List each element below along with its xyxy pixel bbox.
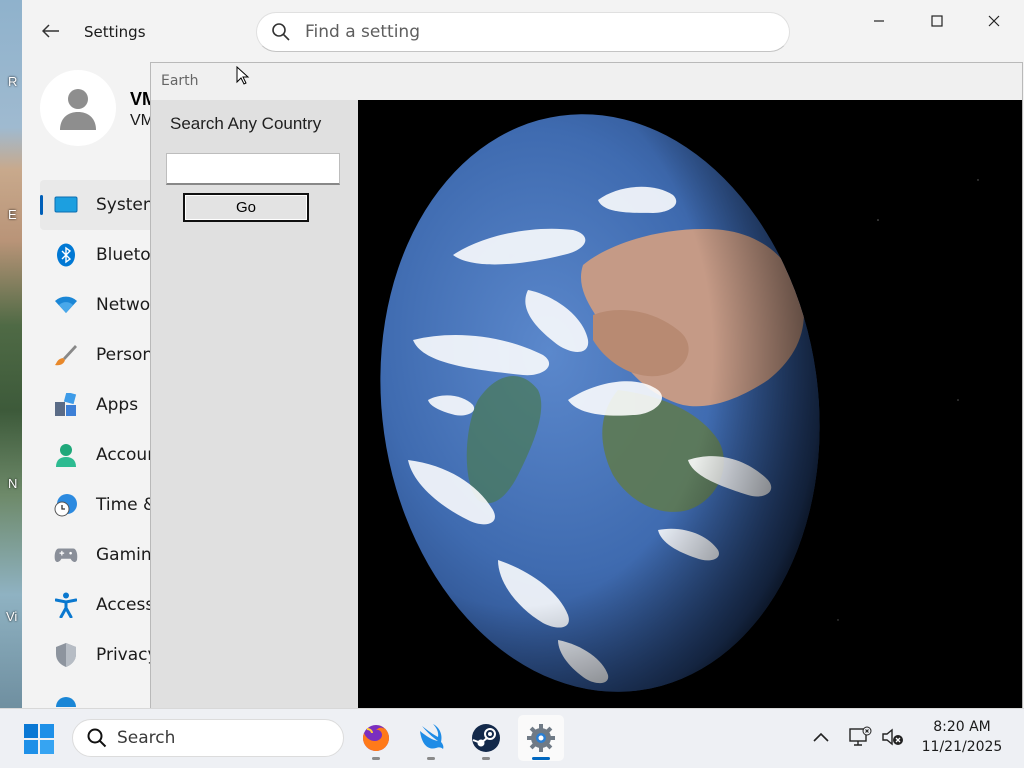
taskbar: Search 8:20 AM 11/21/2025 bbox=[0, 708, 1024, 768]
globe-view[interactable] bbox=[358, 100, 1022, 708]
swift-bird-icon bbox=[420, 724, 444, 749]
minimize-icon bbox=[874, 20, 884, 22]
settings-gear-icon bbox=[527, 724, 555, 752]
maximize-button[interactable] bbox=[914, 6, 960, 36]
account-icon bbox=[54, 443, 78, 467]
gamepad-icon bbox=[54, 543, 78, 567]
go-button[interactable]: Go bbox=[183, 193, 309, 222]
country-input[interactable] bbox=[166, 153, 340, 185]
window-title: Settings bbox=[84, 23, 146, 41]
back-button[interactable] bbox=[40, 20, 62, 42]
desktop-icon-label: N bbox=[8, 476, 18, 491]
desktop-icon-label: E bbox=[8, 207, 17, 222]
settings-search-input[interactable]: Find a setting bbox=[256, 12, 790, 52]
desktop-background: R E N Vi bbox=[0, 0, 22, 708]
accessibility-icon bbox=[54, 592, 78, 618]
panel-heading: Search Any Country bbox=[170, 114, 322, 133]
system-clock[interactable]: 8:20 AM 11/21/2025 bbox=[912, 717, 1012, 757]
search-icon bbox=[272, 23, 290, 41]
desktop-icon-label: Vi bbox=[6, 609, 18, 624]
earth-app-window: Earth Search Any Country Go bbox=[150, 62, 1023, 708]
clock-globe-icon bbox=[54, 493, 78, 517]
country-search-panel: Search Any Country Go bbox=[151, 100, 358, 708]
running-indicator bbox=[372, 757, 380, 760]
chevron-up-icon bbox=[813, 732, 829, 742]
monitor-icon bbox=[54, 193, 78, 217]
running-indicator bbox=[482, 757, 490, 760]
volume-button[interactable] bbox=[881, 725, 905, 749]
windows-logo-icon bbox=[24, 724, 54, 754]
clock-date: 11/21/2025 bbox=[921, 739, 1003, 755]
running-indicator bbox=[427, 757, 435, 760]
nav-item-label: Accoun bbox=[96, 445, 158, 465]
taskbar-app-settings[interactable] bbox=[518, 715, 564, 761]
avatar[interactable] bbox=[40, 70, 116, 146]
taskbar-search-label: Search bbox=[117, 728, 176, 748]
window-title: Earth bbox=[161, 73, 199, 89]
user-icon bbox=[60, 89, 96, 130]
wifi-icon bbox=[54, 293, 78, 317]
bluetooth-icon bbox=[54, 243, 78, 267]
paintbrush-icon bbox=[54, 343, 78, 367]
close-button[interactable] bbox=[971, 6, 1017, 36]
nav-item-label: Privacy bbox=[96, 645, 158, 665]
start-button[interactable] bbox=[22, 722, 56, 756]
mouse-cursor-icon bbox=[236, 66, 250, 85]
apps-icon bbox=[54, 393, 78, 417]
active-indicator bbox=[532, 757, 550, 760]
maximize-icon bbox=[931, 15, 943, 27]
nav-item-label: Apps bbox=[96, 395, 139, 415]
arrow-left-icon bbox=[42, 24, 59, 38]
show-hidden-icons-button[interactable] bbox=[809, 725, 833, 749]
steam-icon bbox=[472, 724, 500, 752]
nav-item-label: Networ bbox=[96, 295, 158, 315]
shield-icon bbox=[54, 643, 78, 667]
taskbar-app-firefox[interactable] bbox=[353, 715, 399, 761]
speaker-muted-icon bbox=[882, 728, 903, 746]
earth-globe-image bbox=[358, 100, 1022, 708]
taskbar-app-swift[interactable] bbox=[408, 715, 454, 761]
network-status-button[interactable] bbox=[848, 725, 872, 749]
desktop-icon-label: R bbox=[8, 74, 18, 89]
network-disconnected-icon bbox=[849, 726, 872, 746]
minimize-button[interactable] bbox=[856, 6, 902, 36]
firefox-icon bbox=[363, 725, 389, 751]
clock-time: 8:20 AM bbox=[933, 719, 991, 735]
search-icon bbox=[87, 728, 107, 748]
taskbar-app-steam[interactable] bbox=[463, 715, 509, 761]
close-icon bbox=[988, 15, 1000, 27]
search-placeholder: Find a setting bbox=[305, 22, 420, 42]
taskbar-search[interactable]: Search bbox=[72, 719, 344, 757]
nav-item-label: Time & bbox=[96, 495, 157, 515]
